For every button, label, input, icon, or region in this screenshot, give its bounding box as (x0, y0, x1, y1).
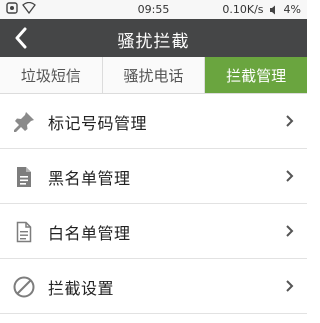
chevron-right-icon (286, 115, 294, 127)
chevron-right-icon (286, 225, 294, 237)
list-item-blacklist[interactable]: 黑名单管理 (0, 149, 307, 204)
document-filled-icon (17, 167, 31, 187)
tab-label: 拦截管理 (226, 66, 287, 85)
tab-label: 骚扰电话 (123, 66, 184, 85)
list-item-tagged-numbers[interactable]: 标记号码管理 (0, 94, 307, 149)
chevron-right-icon (286, 170, 294, 182)
list-item-whitelist[interactable]: 白名单管理 (0, 204, 307, 259)
chevron-right-icon (286, 280, 294, 292)
block-icon (13, 276, 35, 298)
page-title: 骚扰拦截 (117, 32, 190, 52)
list-item-block-settings[interactable]: 拦截设置 (0, 259, 307, 314)
tab-spam-sms[interactable]: 垃圾短信 (0, 57, 103, 93)
list-item-label: 白名单管理 (48, 224, 131, 243)
status-right: 0.10K/s 4% (222, 3, 301, 16)
header: 骚扰拦截 (0, 19, 307, 57)
document-outline-icon (16, 221, 32, 243)
tab-label: 垃圾短信 (20, 66, 81, 85)
list-item-label: 标记号码管理 (48, 114, 148, 133)
pushpin-icon (14, 112, 34, 132)
sound-icon (269, 5, 275, 14)
battery-level: 4% (283, 3, 301, 16)
tab-harassing-calls[interactable]: 骚扰电话 (103, 57, 206, 93)
network-speed: 0.10K/s (222, 3, 264, 16)
list-item-label: 黑名单管理 (48, 169, 131, 188)
list-item-label: 拦截设置 (48, 279, 115, 298)
tab-block-management[interactable]: 拦截管理 (205, 57, 308, 93)
settings-list: 标记号码管理 黑名单管理 白名单管理 拦截设置 (0, 94, 307, 314)
status-bar: 09:55 0.10K/s 4% (0, 0, 307, 19)
tab-bar: 垃圾短信 骚扰电话 拦截管理 (0, 57, 308, 94)
